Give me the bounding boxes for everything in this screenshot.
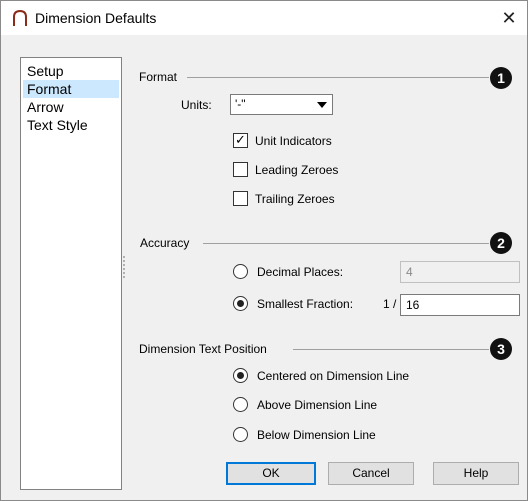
chevron-down-icon — [317, 102, 327, 108]
ok-button[interactable]: OK — [226, 462, 316, 485]
below-label[interactable]: Below Dimension Line — [257, 428, 376, 442]
trailing-zeroes-label[interactable]: Trailing Zeroes — [255, 192, 335, 206]
leading-zeroes-checkbox[interactable] — [233, 162, 248, 177]
centered-label[interactable]: Centered on Dimension Line — [257, 369, 409, 383]
units-value: '-" — [235, 97, 246, 111]
close-icon: ✕ — [501, 8, 517, 28]
below-radio[interactable] — [233, 427, 248, 442]
sidebar-item-label: Format — [27, 81, 72, 97]
smallest-fraction-radio[interactable] — [233, 296, 248, 311]
radio-selected-dot — [237, 372, 244, 379]
format-divider — [187, 77, 489, 78]
arch-icon — [13, 9, 27, 26]
decimal-places-label[interactable]: Decimal Places: — [257, 265, 343, 279]
cancel-button[interactable]: Cancel — [328, 462, 414, 485]
leading-zeroes-label[interactable]: Leading Zeroes — [255, 163, 338, 177]
category-list[interactable]: Setup Format Arrow Text Style — [20, 57, 122, 490]
title-bar: Dimension Defaults ✕ — [1, 1, 527, 35]
callout-badge-3: 3 — [490, 338, 512, 360]
trailing-zeroes-checkbox[interactable] — [233, 191, 248, 206]
unit-indicators-label[interactable]: Unit Indicators — [255, 134, 332, 148]
accuracy-divider — [203, 243, 489, 244]
format-heading: Format — [139, 70, 178, 84]
smallest-fraction-label[interactable]: Smallest Fraction: — [257, 297, 353, 311]
splitter-grip[interactable] — [123, 256, 125, 278]
text-position-heading: Dimension Text Position — [139, 342, 267, 356]
sidebar-item-label: Setup — [27, 63, 64, 79]
text-position-divider — [293, 349, 489, 350]
above-radio[interactable] — [233, 397, 248, 412]
sidebar-item-label: Arrow — [27, 99, 64, 115]
units-select[interactable]: '-" — [230, 94, 333, 115]
sidebar-item-setup[interactable]: Setup — [23, 62, 119, 80]
above-label[interactable]: Above Dimension Line — [257, 398, 377, 412]
decimal-places-field[interactable]: 4 — [400, 261, 520, 283]
sidebar-item-arrow[interactable]: Arrow — [23, 98, 119, 116]
unit-indicators-checkbox[interactable]: ✓ — [233, 132, 248, 148]
callout-badge-2: 2 — [490, 232, 512, 254]
close-button[interactable]: ✕ — [497, 6, 521, 30]
smallest-fraction-field[interactable]: 16 — [400, 294, 520, 316]
radio-selected-dot — [237, 300, 244, 307]
checkmark-icon: ✓ — [235, 132, 246, 147]
sidebar-item-format[interactable]: Format — [23, 80, 119, 98]
decimal-places-radio[interactable] — [233, 264, 248, 279]
help-button[interactable]: Help — [433, 462, 519, 485]
sidebar-item-label: Text Style — [27, 117, 88, 133]
sidebar-item-text-style[interactable]: Text Style — [23, 116, 119, 134]
dimension-defaults-dialog: Dimension Defaults ✕ Setup Format Arrow … — [0, 0, 528, 501]
units-label: Units: — [181, 98, 212, 112]
fraction-prefix: 1 / — [383, 297, 397, 311]
accuracy-heading: Accuracy — [140, 236, 190, 250]
window-title: Dimension Defaults — [35, 10, 157, 26]
centered-radio[interactable] — [233, 368, 248, 383]
callout-badge-1: 1 — [490, 67, 512, 89]
